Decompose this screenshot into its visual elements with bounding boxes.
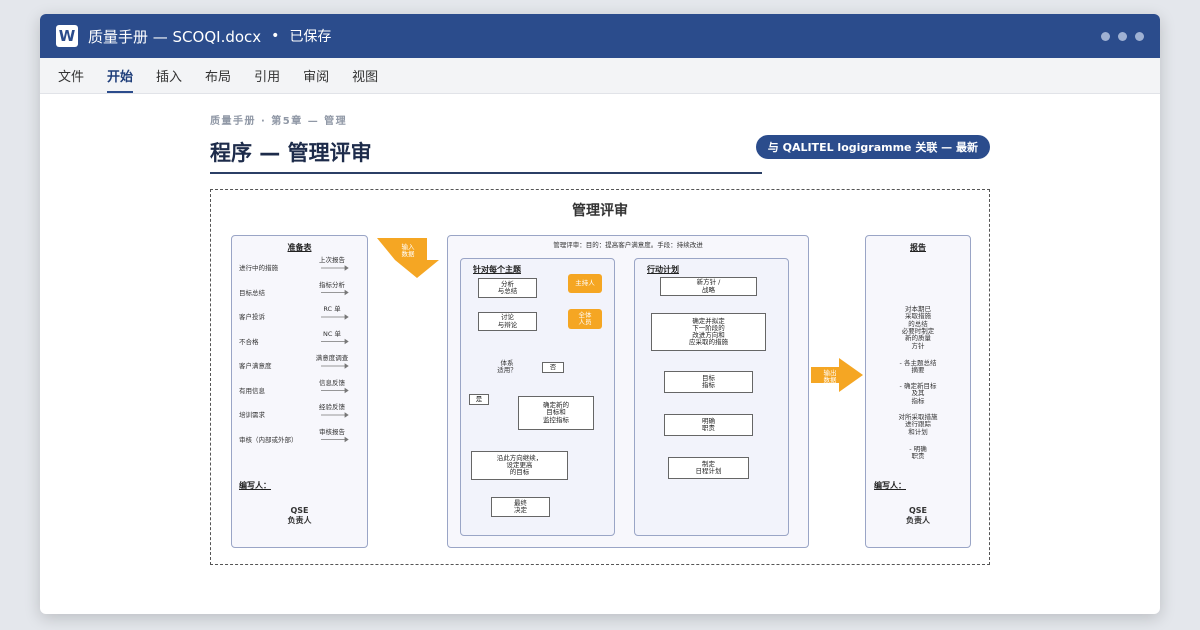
topics-title: 针对每个主题: [473, 265, 521, 274]
goal-indicator-box: 目标 指标: [664, 371, 753, 393]
menu-view[interactable]: 视图: [352, 58, 378, 94]
menu-home[interactable]: 开始: [107, 58, 134, 94]
title-bar: W 质量手册 — SCOQI.docx • 已保存: [40, 14, 1160, 58]
define-measures-box: 确定并拟定 下一阶段的 改进方向和 应采取的措施: [651, 313, 766, 351]
report-title: 报告: [910, 243, 926, 252]
review-header: 管理评审：目的：提高客户满意度。手段：持续改进: [553, 241, 703, 249]
document-title: 质量手册 — SCOQI.docx: [88, 27, 262, 46]
title-underline: [210, 172, 762, 174]
policy-box: 新方针 / 战略: [660, 277, 757, 296]
new-targets-box: 确定新的 目标和 监控指标: [518, 396, 594, 430]
maximize-dot-icon[interactable]: [1118, 31, 1127, 41]
close-dot-icon[interactable]: [1135, 31, 1144, 41]
app-window: W 质量手册 — SCOQI.docx • 已保存 文件 开始 插入 布局 引用…: [40, 14, 1160, 614]
report-item: 必要时制定 新的质量 方针: [901, 327, 935, 350]
host-tag: 主持人: [568, 274, 602, 293]
duty-box: 明确 职责: [664, 414, 753, 436]
no-label: 否: [542, 362, 564, 373]
final-decision-box: 最终 决定: [491, 497, 550, 517]
menu-references[interactable]: 引用: [254, 58, 280, 94]
breadcrumb: 质量手册 · 第5章 — 管理: [210, 116, 348, 127]
ribbon-menu: 文件 开始 插入 布局 引用 审阅 视图: [40, 58, 1160, 94]
report-item: 对所采取措施 进行跟踪 和计划: [898, 413, 938, 436]
menu-layout[interactable]: 布局: [205, 58, 231, 94]
diagram-figure: 管理评审 准备表 进行中的措施 上次报告 目标总结 指标分析 客户投诉 RC 单不合格 NC…: [210, 189, 990, 565]
all-staff-tag: 全体 人员: [568, 309, 602, 329]
word-app-icon[interactable]: W: [56, 25, 78, 47]
continue-box: 沿此方向继续， 设定更高 的目标: [471, 451, 568, 480]
menu-insert[interactable]: 插入: [156, 58, 182, 94]
schedule-box: 制定 日程计划: [668, 457, 749, 479]
right-author: QSE 负责人: [906, 506, 930, 525]
title-separator: •: [271, 28, 280, 44]
output-arrow-label: 输出 数据: [823, 369, 837, 385]
report-item: 对本期已 采取措施 的总结: [905, 305, 931, 328]
menu-review[interactable]: 审阅: [303, 58, 329, 94]
input-arrow-label: 输入 数据: [401, 243, 415, 259]
action-subpanel: [634, 258, 789, 536]
report-item: - 明确 职责: [909, 445, 927, 461]
menu-file[interactable]: 文件: [58, 58, 84, 94]
save-status: 已保存: [289, 29, 332, 45]
report-item: - 各主题总结 摘要: [899, 359, 937, 375]
status-badge[interactable]: 与 QALITEL logigramme 关联 — 最新: [755, 135, 990, 159]
action-title: 行动计划: [647, 265, 679, 274]
window-controls: [1101, 31, 1144, 41]
right-author-label: 编写人：: [874, 481, 906, 490]
analyze-box: 分析 与总结: [478, 278, 537, 298]
document-page: 质量手册 · 第5章 — 管理 程序 — 管理评审 与 QALITEL logi…: [210, 112, 990, 174]
minimize-dot-icon[interactable]: [1101, 31, 1110, 41]
discuss-box: 讨论 与辩论: [478, 312, 537, 331]
report-item: - 确定新目标 及其 指标: [899, 382, 937, 405]
decision-label: 体系 适用？: [497, 359, 517, 375]
yes-label: 是: [469, 394, 489, 405]
